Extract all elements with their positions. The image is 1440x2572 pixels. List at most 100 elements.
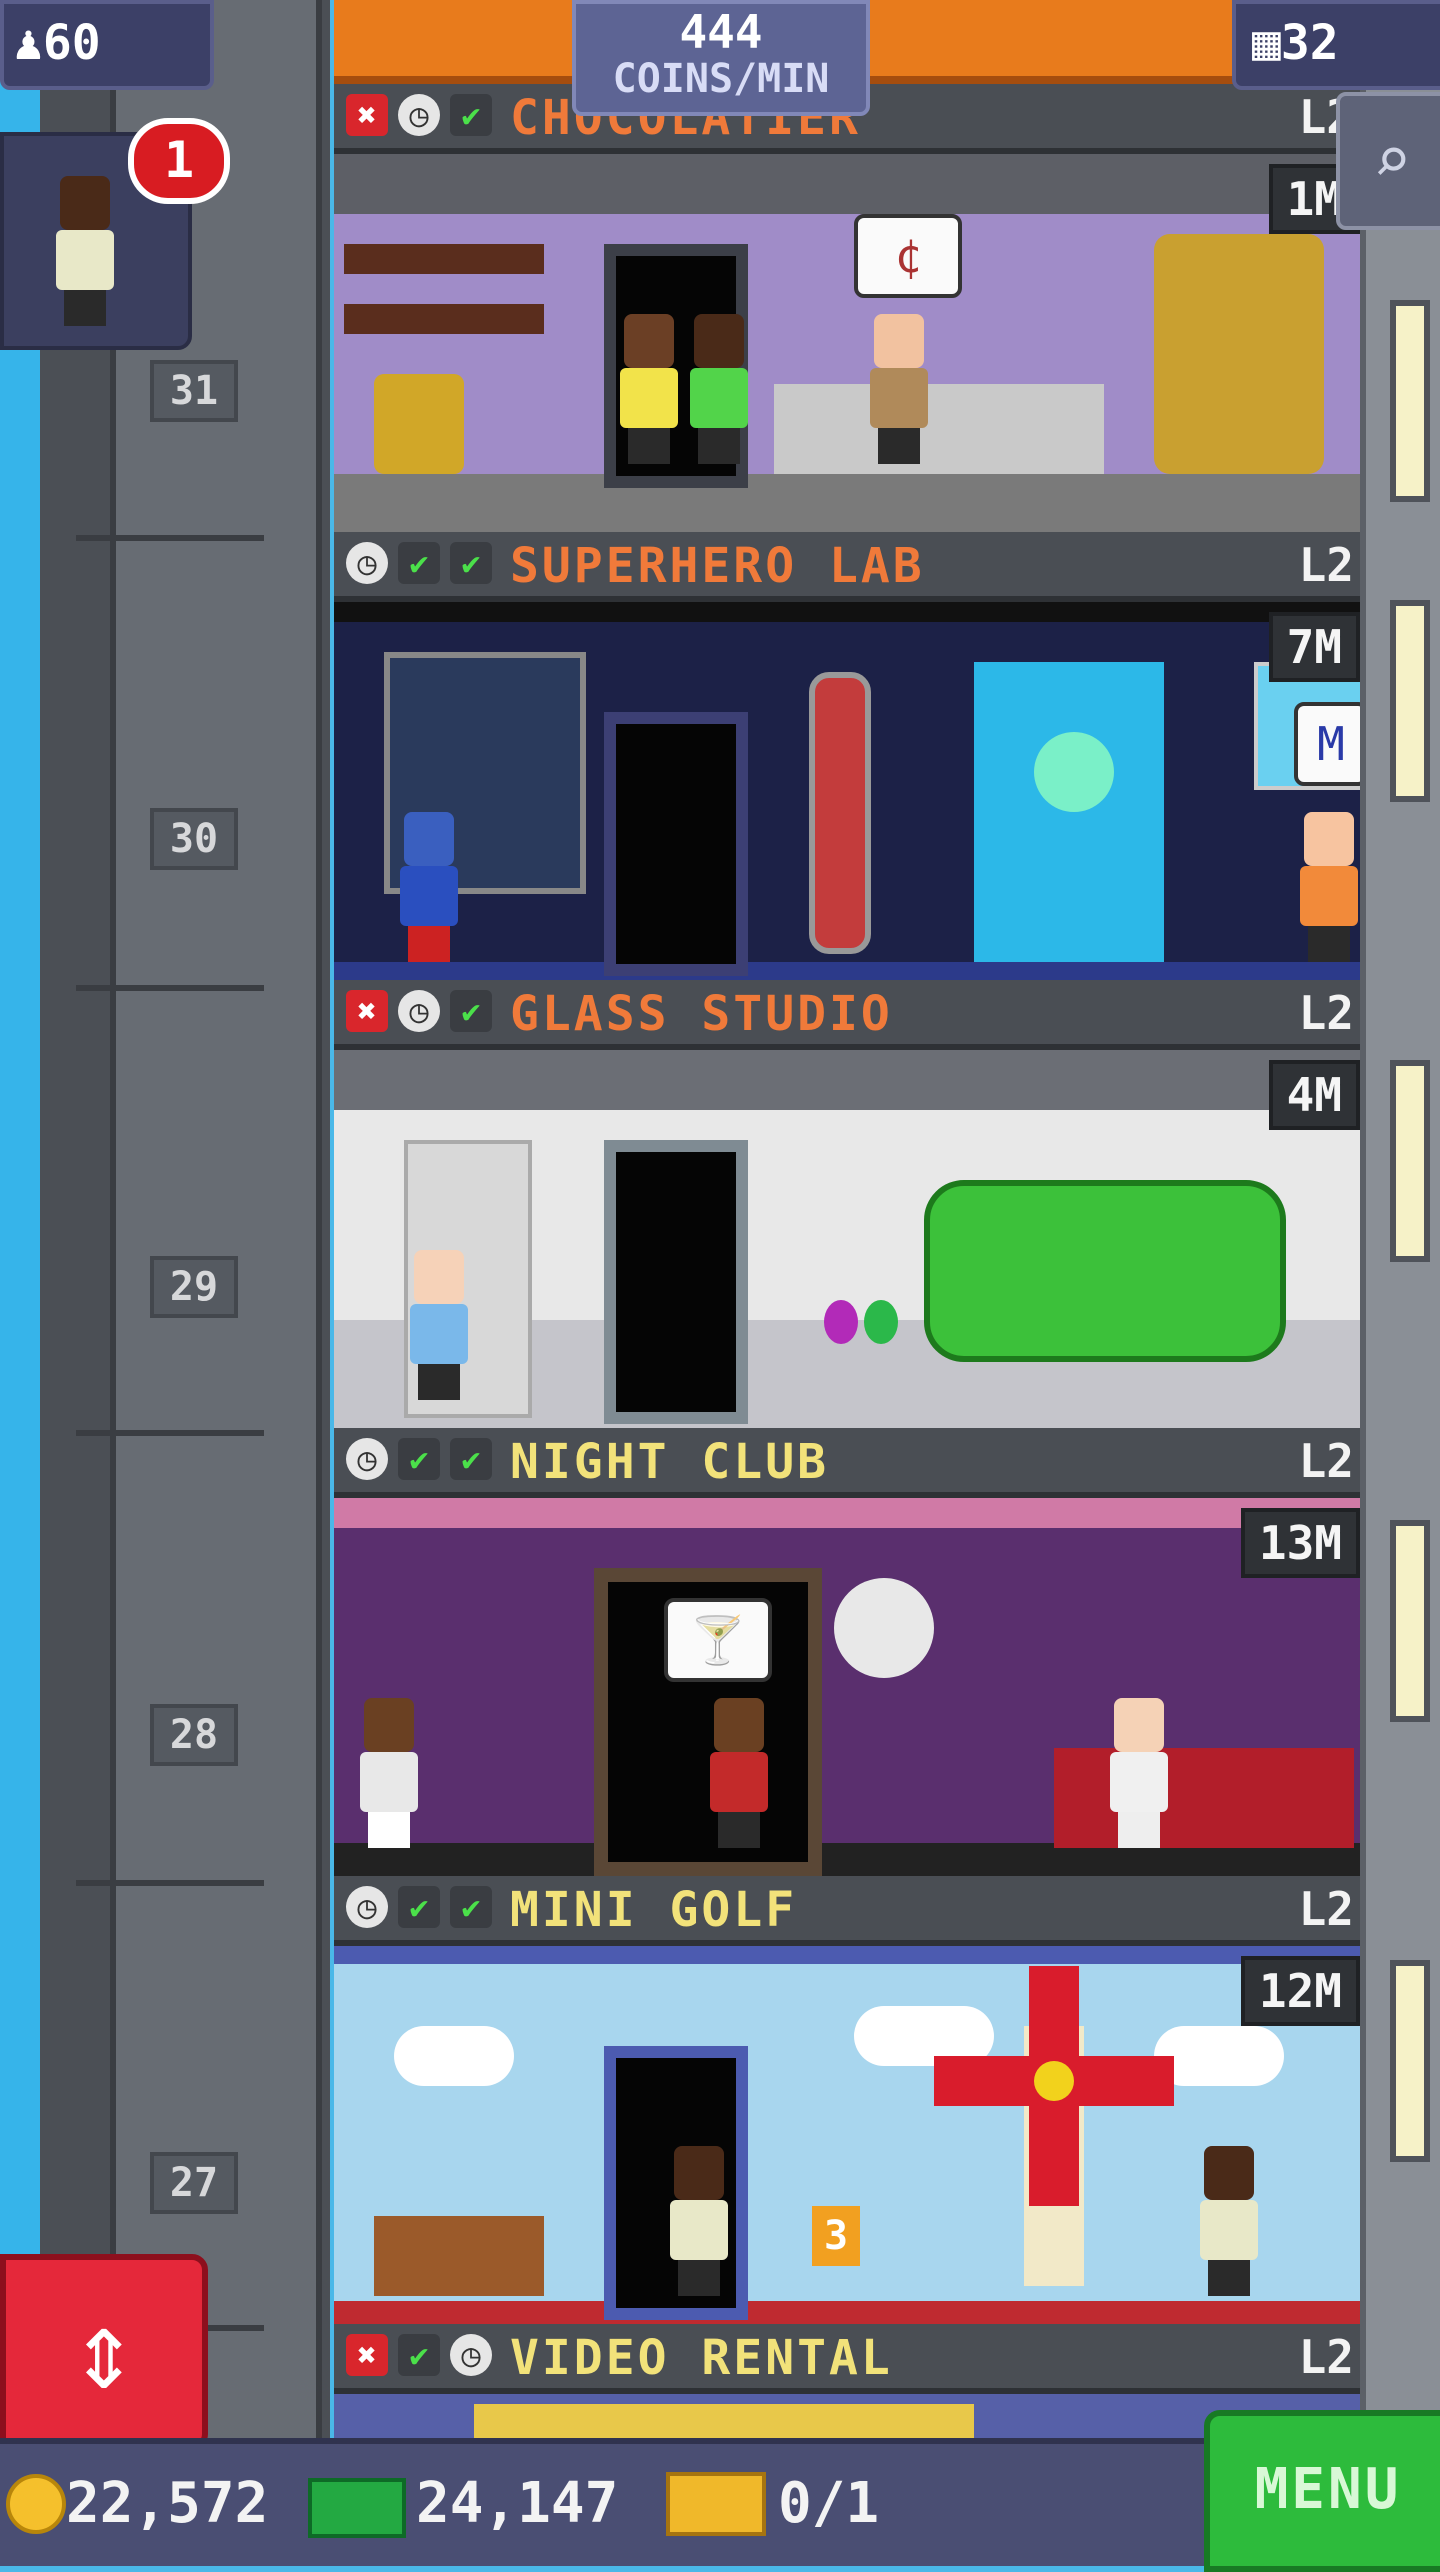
chocolate-counter [774,384,1104,474]
vip-character[interactable] [1104,1698,1174,1848]
status-check-icon: ✔ [450,1438,492,1480]
floor-name: NIGHT CLUB [510,1434,829,1490]
floor-name: VIDEO RENTAL [510,2330,893,2386]
worker-character[interactable] [404,1250,474,1400]
red-sofa [1054,1748,1354,1848]
population-counter[interactable]: ♟60 [0,0,214,90]
floor-header: ✖ ◷ ✔ GLASS STUDIO L2 [334,980,1360,1050]
status-clock-icon: ◷ [346,542,388,584]
coins-per-minute: 444 COINS/MIN [572,0,870,116]
visitor-portrait [50,176,120,326]
notification-badge: 1 [128,118,230,204]
status-check-icon: ✔ [398,1886,440,1928]
room-interior: ¢ [334,154,1360,534]
magnifier-icon: ⌕ [1372,124,1412,198]
worker-character[interactable] [864,314,934,464]
tickets-value[interactable]: 0/1 [778,2464,879,2544]
floor-timer: 13M [1240,1508,1360,1578]
visitor-character[interactable] [614,314,684,464]
floor-name: MINI GOLF [510,1882,798,1938]
floor-header: ◷ ✔ ✔ MINI GOLF L2 [334,1876,1360,1946]
speech-bubble: M [1294,702,1360,786]
person-icon: ♟ [14,15,43,71]
room-interior: M [334,602,1360,982]
search-button[interactable]: ⌕ [1336,92,1440,230]
floor-number: 30 [150,808,238,870]
status-check-icon: ✔ [398,1438,440,1480]
coins-value[interactable]: 22,572 [66,2464,268,2544]
coin-icon [6,2474,66,2534]
room-interior: 🍸 [334,1498,1360,1878]
dancer-character[interactable] [354,1698,424,1848]
visitor-character[interactable] [684,314,754,464]
green-vase [864,1300,898,1344]
shaft-divider [76,535,264,541]
dance-floor [334,1843,1360,1878]
bux-value[interactable]: 24,147 [416,2464,618,2544]
bartender-character[interactable] [704,1698,774,1848]
bux-icon [308,2478,406,2538]
disco-ball [834,1578,934,1678]
room-door [604,712,748,976]
status-check-icon: ✔ [450,990,492,1032]
floor-number: 29 [150,1256,238,1318]
hole-number-sign: 3 [812,2206,860,2266]
status-x-icon: ✖ [346,990,388,1032]
tower-window [1390,1520,1430,1722]
elevator-button[interactable]: ⇕ [0,2254,208,2450]
floors-counter[interactable]: ▦32 [1232,0,1440,90]
status-check-icon: ✔ [450,1886,492,1928]
floor-number: 28 [150,1704,238,1766]
glass-furnace [924,1180,1286,1362]
worker-character[interactable] [1294,812,1360,962]
floor-level: L2 [1298,986,1354,1040]
golfer-character[interactable] [664,2146,734,2296]
floor-header: ✖ ✔ ◷ VIDEO RENTAL L2 [334,2324,1360,2394]
windmill-hub [1034,2061,1074,2101]
golfer-character[interactable] [1194,2146,1264,2296]
floor-level: L2 [1298,538,1354,592]
status-x-icon: ✖ [346,2334,388,2376]
status-check-icon: ✔ [450,94,492,136]
room-interior: 3 [334,1946,1360,2326]
purple-vase [824,1300,858,1344]
golf-turf-edge [334,2301,1360,2326]
floor-name: SUPERHERO LAB [510,538,925,594]
chocolate-shelf [344,244,544,274]
floor-name: GLASS STUDIO [510,986,893,1042]
chocolate-vat [374,374,464,474]
room-floor [334,474,1360,534]
speech-bubble: ¢ [854,214,962,298]
floor-level: L2 [1298,2330,1354,2384]
hologram-projector [974,662,1164,962]
floor-timer: 4M [1268,1060,1360,1130]
chocolate-shelf [344,304,544,334]
status-x-icon: ✖ [346,94,388,136]
status-check-icon: ✔ [398,2334,440,2376]
shaft-divider [76,1430,264,1436]
menu-button[interactable]: MENU [1204,2410,1440,2572]
floors-count-value: 32 [1280,15,1339,71]
coins-per-minute-label: COINS/MIN [612,56,830,102]
floor-number: 27 [150,2152,238,2214]
status-clock-icon: ◷ [450,2334,492,2376]
hologram-orb [1034,732,1114,812]
superhero-character[interactable] [394,812,464,962]
floor-timer: 12M [1240,1956,1360,2026]
tower-window [1390,600,1430,802]
floor-level: L2 [1298,1434,1354,1488]
floor-timer: 7M [1268,612,1360,682]
status-clock-icon: ◷ [398,990,440,1032]
coins-per-minute-value: 444 [679,5,763,59]
tower-window [1390,1060,1430,1262]
room-interior [334,1050,1360,1430]
building-icon: ▦ [1252,15,1281,71]
status-check-icon: ✔ [450,542,492,584]
floor-header: ◷ ✔ ✔ NIGHT CLUB L2 [334,1428,1360,1498]
shaft-divider [76,985,264,991]
room-ceiling [334,1050,1360,1110]
tower-window [1390,300,1430,502]
floor-level: L2 [1298,1882,1354,1936]
dna-tube [809,672,871,954]
status-clock-icon: ◷ [346,1886,388,1928]
